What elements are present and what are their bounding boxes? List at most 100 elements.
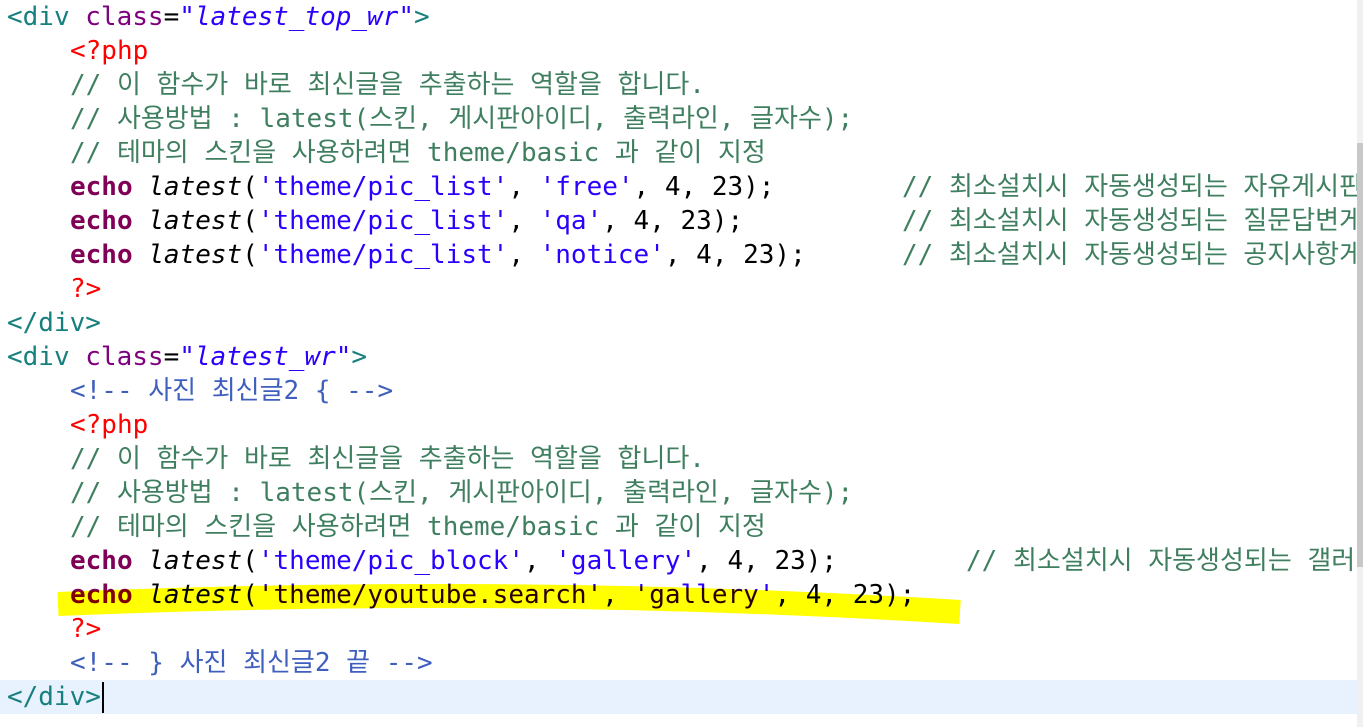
code-line[interactable]: // 이 함수가 바로 최신글을 추출하는 역할을 합니다. xyxy=(0,68,1357,102)
code-line[interactable]: <div class="latest_wr"> xyxy=(0,340,1357,374)
token-kw: echo xyxy=(70,580,133,610)
token-val: "latest_wr" xyxy=(179,342,352,372)
token-val: "latest_top_wr" xyxy=(179,2,415,32)
token-eq: = xyxy=(163,342,180,372)
code-text: ?> xyxy=(70,272,101,306)
token-pun xyxy=(133,240,149,270)
code-text: echo latest('theme/pic_list', 'free', 4,… xyxy=(70,170,774,204)
code-line[interactable]: echo latest('theme/pic_list', 'notice', … xyxy=(0,238,1363,272)
vertical-scrollbar[interactable] xyxy=(1357,0,1363,727)
code-line[interactable]: <div class="latest_top_wr"> xyxy=(0,0,1357,34)
token-php: <?php xyxy=(70,410,149,440)
trailing-comment: // 최소설치시 자동생성되는 자유게시판 xyxy=(902,172,1363,202)
token-tag: <div xyxy=(7,2,86,32)
token-cmt: // 테마의 스킨을 사용하려면 theme/basic 과 같이 지정 xyxy=(70,138,766,168)
code-text: echo latest('theme/pic_list', 'notice', … xyxy=(70,238,806,272)
code-line[interactable]: echo latest('theme/pic_list', 'qa', 4, 2… xyxy=(0,204,1363,238)
code-text: </div> xyxy=(7,306,101,340)
token-pun: ( xyxy=(242,206,258,236)
token-pun: ( xyxy=(242,240,258,270)
code-line[interactable]: // 사용방법 : latest(스킨, 게시판아이디, 출력라인, 글자수); xyxy=(0,102,1357,136)
token-pun: ( xyxy=(242,546,258,576)
code-text: <div class="latest_top_wr"> xyxy=(7,0,430,34)
token-php: ?> xyxy=(70,274,102,304)
code-text: // 테마의 스킨을 사용하려면 theme/basic 과 같이 지정 xyxy=(70,136,766,170)
token-fn: latest xyxy=(148,240,243,270)
token-html-cmt: <!-- 사진 최신글2 { --> xyxy=(70,376,394,406)
token-pun: ( xyxy=(242,580,258,610)
token-attr: class xyxy=(85,342,164,372)
code-text: <!-- } 사진 최신글2 끝 --> xyxy=(70,646,433,680)
code-text: // 테마의 스킨을 사용하려면 theme/basic 과 같이 지정 xyxy=(70,510,766,544)
code-text: ?> xyxy=(70,612,101,646)
token-pun: , 4, 23); xyxy=(602,206,744,236)
token-php: <?php xyxy=(70,36,149,66)
token-pun xyxy=(133,546,149,576)
token-pun: , xyxy=(602,580,634,610)
token-kw: echo xyxy=(70,240,133,270)
token-pun: , xyxy=(508,240,540,270)
code-text: <?php xyxy=(70,408,148,442)
code-editor[interactable]: <div class="latest_top_wr"> <?php// 이 함수가… xyxy=(0,0,1363,727)
token-cmt: // 이 함수가 바로 최신글을 추출하는 역할을 합니다. xyxy=(70,444,705,474)
token-cmt: // 이 함수가 바로 최신글을 추출하는 역할을 합니다. xyxy=(70,70,705,100)
code-line[interactable]: // 이 함수가 바로 최신글을 추출하는 역할을 합니다. xyxy=(0,442,1357,476)
code-text: </div> xyxy=(7,680,101,714)
code-text: // 이 함수가 바로 최신글을 추출하는 역할을 합니다. xyxy=(70,442,705,476)
code-text: <!-- 사진 최신글2 { --> xyxy=(70,374,393,408)
code-line[interactable]: <?php xyxy=(0,408,1357,442)
code-line[interactable]: // 테마의 스킨을 사용하려면 theme/basic 과 같이 지정 xyxy=(0,510,1357,544)
scrollbar-thumb[interactable] xyxy=(1357,143,1363,567)
trailing-comment: // 최소설치시 자동생성되는 질문답변게시 xyxy=(902,206,1363,236)
code-text: echo latest('theme/pic_list', 'qa', 4, 2… xyxy=(70,204,743,238)
code-line[interactable]: <!-- } 사진 최신글2 끝 --> xyxy=(0,646,1357,680)
code-text: <?php xyxy=(70,34,148,68)
code-line[interactable]: echo latest('theme/pic_list', 'free', 4,… xyxy=(0,170,1363,204)
token-pun: , 4, 23); xyxy=(696,546,838,576)
token-cmt: // 사용방법 : latest(스킨, 게시판아이디, 출력라인, 글자수); xyxy=(70,478,854,508)
token-html-cmt: <!-- } 사진 최신글2 끝 --> xyxy=(70,648,433,678)
token-tag: </div> xyxy=(7,682,101,712)
token-pun: , 4, 23); xyxy=(774,580,916,610)
token-cmt: // 테마의 스킨을 사용하려면 theme/basic 과 같이 지정 xyxy=(70,512,766,542)
code-text: // 사용방법 : latest(스킨, 게시판아이디, 출력라인, 글자수); xyxy=(70,476,853,510)
code-line[interactable]: ?> xyxy=(0,612,1357,646)
token-str: 'qa' xyxy=(539,206,603,236)
token-kw: echo xyxy=(70,206,133,236)
token-pun: , xyxy=(508,206,540,236)
code-line[interactable]: // 테마의 스킨을 사용하려면 theme/basic 과 같이 지정 xyxy=(0,136,1357,170)
token-fn: latest xyxy=(148,206,243,236)
token-str: 'theme/pic_list' xyxy=(257,172,509,202)
code-line[interactable]: echo latest('theme/youtube.search', 'gal… xyxy=(0,578,1357,612)
token-pun: , xyxy=(508,172,540,202)
code-text: // 사용방법 : latest(스킨, 게시판아이디, 출력라인, 글자수); xyxy=(70,102,853,136)
code-line[interactable]: echo latest('theme/pic_block', 'gallery'… xyxy=(0,544,1363,578)
token-fn: latest xyxy=(148,172,243,202)
token-str: 'theme/youtube.search' xyxy=(257,580,603,610)
token-str: 'gallery' xyxy=(555,546,697,576)
trailing-comment: // 최소설치시 자동생성되는 갤러리 xyxy=(966,546,1363,576)
token-kw: echo xyxy=(70,172,133,202)
code-line[interactable]: // 사용방법 : latest(스킨, 게시판아이디, 출력라인, 글자수); xyxy=(0,476,1357,510)
token-kw: echo xyxy=(70,546,133,576)
token-pun xyxy=(133,172,149,202)
code-line[interactable]: <?php xyxy=(0,34,1357,68)
code-line[interactable]: ?> xyxy=(0,272,1357,306)
token-pun xyxy=(133,580,149,610)
trailing-comment: // 최소설치시 자동생성되는 공지사항게시 xyxy=(902,240,1363,270)
token-php: ?> xyxy=(70,614,102,644)
text-cursor xyxy=(102,682,104,713)
token-tag: > xyxy=(414,2,430,32)
token-pun: , 4, 23); xyxy=(633,172,775,202)
code-line[interactable]: <!-- 사진 최신글2 { --> xyxy=(0,374,1357,408)
token-tag: > xyxy=(351,342,368,372)
code-line[interactable]: </div> xyxy=(0,306,1357,340)
token-pun: , 4, 23); xyxy=(664,240,806,270)
token-eq: = xyxy=(163,2,180,32)
token-str: 'theme/pic_list' xyxy=(257,206,509,236)
current-code-line[interactable]: </div> xyxy=(0,680,1357,714)
token-str: 'theme/pic_list' xyxy=(257,240,509,270)
token-pun: , xyxy=(523,546,556,576)
token-str: 'notice' xyxy=(539,240,665,270)
token-str: 'theme/pic_block' xyxy=(257,546,524,576)
